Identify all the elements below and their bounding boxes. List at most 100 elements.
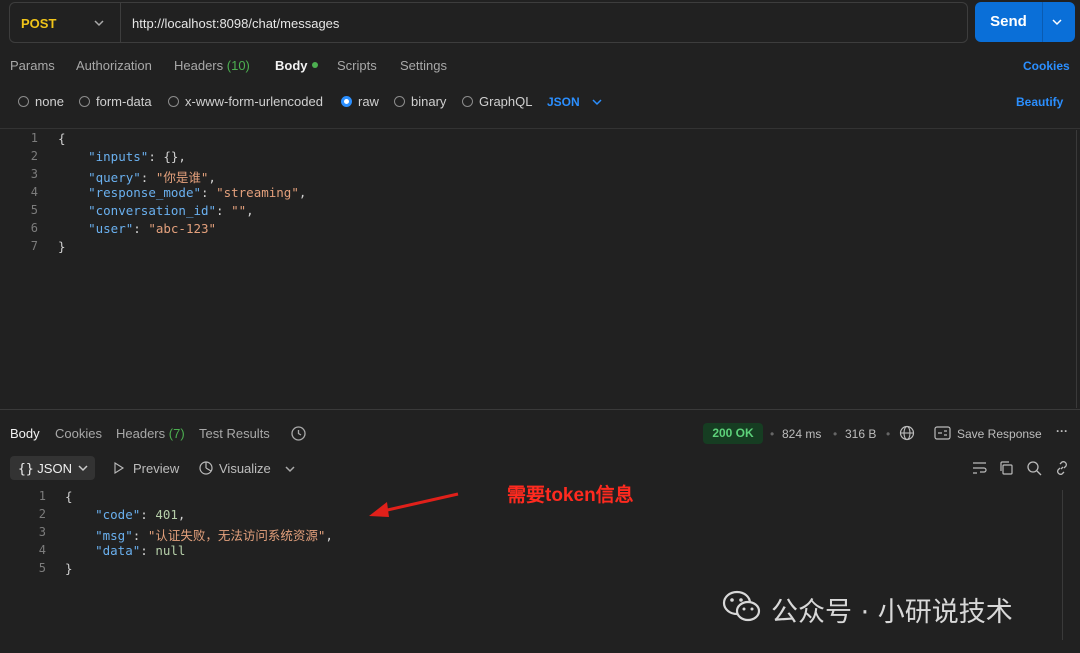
code-token: "你是谁" <box>155 170 209 185</box>
code-token: : <box>132 528 148 543</box>
response-tab-test-results[interactable]: Test Results <box>199 426 270 441</box>
code-token: "data" <box>95 543 141 558</box>
code-token: , <box>325 528 333 543</box>
search-icon[interactable] <box>1026 460 1042 476</box>
radio-binary[interactable]: binary <box>394 94 446 109</box>
method-label: POST <box>21 16 57 31</box>
code-token: , <box>208 170 216 185</box>
line-number: 5 <box>38 561 46 575</box>
save-response-icon <box>934 426 951 440</box>
code-token: "inputs" <box>88 149 149 164</box>
chevron-down-icon[interactable] <box>590 95 604 109</box>
preview-button[interactable]: Preview <box>133 461 179 476</box>
radio-form-data-label: form-data <box>96 94 152 109</box>
code-token: { <box>65 489 73 504</box>
line-number: 7 <box>30 239 38 253</box>
history-icon[interactable] <box>290 425 307 442</box>
globe-icon[interactable] <box>899 425 915 441</box>
copy-icon[interactable] <box>998 460 1014 476</box>
radio-none[interactable]: none <box>18 94 64 109</box>
send-button[interactable]: Send <box>975 2 1042 42</box>
wechat-icon <box>722 590 761 622</box>
visualize-icon <box>199 461 213 475</box>
chevron-down-icon <box>78 465 88 472</box>
code-token: } <box>65 561 73 576</box>
line-number: 2 <box>38 507 46 521</box>
radio-urlencoded-label: x-www-form-urlencoded <box>185 94 323 109</box>
radio-raw-label: raw <box>358 94 379 109</box>
radio-circle <box>18 96 29 107</box>
radio-raw[interactable]: raw <box>341 94 379 109</box>
radio-circle <box>168 96 179 107</box>
tab-settings[interactable]: Settings <box>400 58 447 73</box>
code-line: "user": "abc-123" <box>58 221 216 236</box>
tab-headers[interactable]: Headers (10) <box>174 58 250 73</box>
separator: • <box>886 427 891 441</box>
radio-graphql[interactable]: GraphQL <box>462 94 532 109</box>
code-token: "conversation_id" <box>88 203 217 218</box>
code-line: "inputs": {}, <box>58 149 186 164</box>
separator: • <box>833 427 838 441</box>
save-response-button[interactable]: Save Response <box>957 427 1042 441</box>
line-number: 5 <box>30 203 38 217</box>
play-icon <box>114 462 125 474</box>
code-token: { <box>58 131 66 146</box>
response-size: 316 B <box>845 427 877 441</box>
code-token: , <box>298 185 307 200</box>
url-input[interactable]: http://localhost:8098/chat/messages <box>132 16 339 31</box>
radio-circle <box>394 96 405 107</box>
code-token: : {}, <box>148 149 186 164</box>
response-scrollbar[interactable] <box>1062 490 1063 640</box>
response-tab-headers-label: Headers <box>116 426 166 441</box>
send-button-group: Send <box>975 2 1075 42</box>
code-line: "code": 401, <box>65 507 185 522</box>
response-tab-headers[interactable]: Headers (7) <box>116 426 185 441</box>
tab-body-label: Body <box>275 58 308 73</box>
response-tab-cookies[interactable]: Cookies <box>55 426 102 441</box>
tab-headers-label: Headers <box>174 58 224 73</box>
code-token: , <box>177 507 186 522</box>
code-token: "query" <box>88 170 141 185</box>
radio-none-label: none <box>35 94 64 109</box>
body-format-select[interactable]: JSON <box>547 95 580 109</box>
code-token: : <box>140 170 156 185</box>
link-icon[interactable] <box>1054 460 1070 476</box>
annotation-text: 需要token信息 <box>507 485 634 506</box>
wrap-lines-icon[interactable] <box>971 460 988 476</box>
code-token: "认证失败，无法访问系统资源" <box>147 528 326 543</box>
radio-urlencoded[interactable]: x-www-form-urlencoded <box>168 94 323 109</box>
chevron-down-icon[interactable] <box>283 462 297 476</box>
status-badge: 200 OK <box>703 423 763 444</box>
tab-scripts[interactable]: Scripts <box>337 58 377 73</box>
code-line: } <box>58 239 66 254</box>
separator: • <box>770 427 775 441</box>
tab-body[interactable]: Body <box>275 58 318 73</box>
response-format-select[interactable]: {} JSON <box>10 456 95 480</box>
more-options-icon[interactable]: ··· <box>1056 424 1068 438</box>
send-divider <box>1042 2 1043 42</box>
code-line: "data": null <box>65 543 185 558</box>
chevron-down-icon[interactable] <box>1050 15 1064 29</box>
tab-params[interactable]: Params <box>10 58 55 73</box>
code-token: : <box>140 543 156 558</box>
tab-authorization[interactable]: Authorization <box>76 58 152 73</box>
beautify-link[interactable]: Beautify <box>1016 95 1063 109</box>
code-token: "msg" <box>95 528 133 543</box>
cookies-link[interactable]: Cookies <box>1023 59 1070 73</box>
radio-form-data[interactable]: form-data <box>79 94 152 109</box>
radio-circle-checked <box>341 96 352 107</box>
method-selector[interactable]: POST <box>10 3 121 42</box>
code-token: , <box>246 203 254 218</box>
code-token: "response_mode" <box>88 185 201 200</box>
response-format-label: {} JSON <box>18 461 72 477</box>
editor-scrollbar[interactable] <box>1076 130 1077 408</box>
code-token: "" <box>231 203 247 218</box>
visualize-button[interactable]: Visualize <box>219 461 271 476</box>
annotation-arrow-icon <box>369 492 459 517</box>
response-tab-body[interactable]: Body <box>10 426 40 441</box>
line-number: 3 <box>30 167 38 181</box>
code-line: "response_mode": "streaming", <box>58 185 306 200</box>
